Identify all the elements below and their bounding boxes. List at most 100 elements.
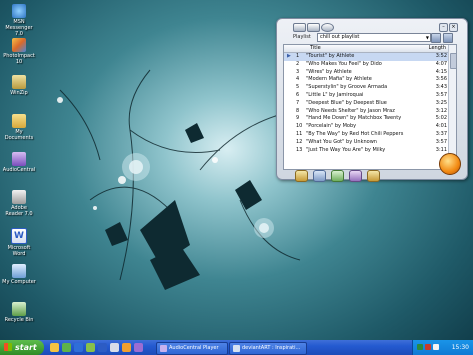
track-number: 1 <box>296 53 300 59</box>
desktop-icon-audiocentral[interactable]: AudioCentral <box>2 152 36 173</box>
track-row[interactable]: 12 "What You Got" by Unknown 3:57 <box>284 139 449 147</box>
scrollbar-thumb[interactable] <box>450 53 456 69</box>
track-title: "Who Makes You Feel" by Dido <box>306 60 382 67</box>
my-computer-icon <box>12 264 26 278</box>
player-toolbar: – × <box>283 22 458 32</box>
audiocentral-icon <box>12 152 26 166</box>
track-row[interactable]: 8 "Who Needs Shelter" by Jason Mraz 3:12 <box>284 108 449 116</box>
track-row[interactable]: 3 "Wires" by Athlete 4:15 <box>284 69 449 77</box>
track-number: 5 <box>296 84 300 91</box>
playlist-label: Playlist <box>293 34 311 40</box>
quicklaunch-folder-icon[interactable] <box>50 343 59 352</box>
track-row[interactable]: 7 "Deepest Blue" by Deepest Blue 3:25 <box>284 100 449 108</box>
track-title: "Superstylin" by Groove Armada <box>306 84 388 91</box>
quicklaunch-audio-icon[interactable] <box>134 343 143 352</box>
quicklaunch-msn-icon[interactable] <box>86 343 95 352</box>
player-refresh-button[interactable] <box>321 23 334 32</box>
open-playlist-icon[interactable] <box>443 33 453 43</box>
audiocentral-player-window[interactable]: – × Playlist chill out playlist ▼ Title … <box>276 18 468 182</box>
track-length: 3:57 <box>435 91 447 98</box>
desktop-icon-recycle-bin[interactable]: Recycle Bin <box>2 302 36 323</box>
track-number: 11 <box>296 130 303 137</box>
save-playlist-icon[interactable] <box>431 33 441 43</box>
task-audiocentral-player[interactable]: AudioCentral Player <box>156 342 228 355</box>
playlist-selector-row: Playlist chill out playlist ▼ <box>283 33 461 43</box>
tray-msn-icon[interactable] <box>417 344 423 350</box>
word-icon: W <box>11 228 27 244</box>
visualizer-button[interactable] <box>349 170 362 182</box>
quicklaunch-word-icon[interactable] <box>98 343 107 352</box>
track-length: 3:57 <box>435 138 447 145</box>
browser-icon <box>233 345 240 352</box>
column-length[interactable]: Length <box>429 45 446 52</box>
track-number: 4 <box>296 76 300 83</box>
column-title[interactable]: Title <box>310 45 321 52</box>
track-row[interactable]: 6 "Little L" by Jamiroquai 3:57 <box>284 92 449 100</box>
track-title: "Deepest Blue" by Deepest Blue <box>306 99 387 106</box>
track-title: "Little L" by Jamiroquai <box>306 91 364 98</box>
photoimpact-icon <box>12 38 26 52</box>
player-mode-button[interactable] <box>293 23 306 32</box>
track-length: 3:25 <box>435 99 447 106</box>
start-button[interactable]: start <box>0 340 44 355</box>
quicklaunch-media-icon[interactable] <box>122 343 131 352</box>
track-number: 8 <box>296 107 300 114</box>
close-button[interactable]: × <box>449 23 458 32</box>
track-number: 9 <box>296 115 300 122</box>
track-list-header: Title Length <box>284 45 456 53</box>
library-button[interactable] <box>295 170 308 182</box>
track-length: 3:12 <box>435 107 447 114</box>
task-deviantart[interactable]: deviantART : Inspirati... <box>229 342 307 355</box>
playlist-button[interactable] <box>331 170 344 182</box>
track-row[interactable]: 13 "Just The Way You Are" by Milky 3:11 <box>284 147 449 155</box>
track-length: 3:56 <box>435 76 447 83</box>
track-number: 7 <box>296 99 300 106</box>
desktop-icon-winzip[interactable]: WinZip <box>2 75 36 96</box>
track-number: 12 <box>296 138 303 145</box>
winzip-icon <box>12 75 26 89</box>
tray-antivirus-icon[interactable] <box>425 344 431 350</box>
quicklaunch-recycle-icon[interactable] <box>62 343 71 352</box>
taskbar: start AudioCentral Player deviantART : I… <box>0 340 473 355</box>
track-rows: ▶ 1 "Tourist" by Athlete 3:52 2 "Who Makes Yo… <box>284 53 449 154</box>
now-playing-icon: ▶ <box>287 53 291 59</box>
track-row[interactable]: ▶ 1 "Tourist" by Athlete 3:52 <box>284 53 449 61</box>
track-row[interactable]: 5 "Superstylin" by Groove Armada 3:43 <box>284 84 449 92</box>
track-number: 10 <box>296 123 303 130</box>
track-list: Title Length ▶ 1 "Tourist" by Athlete 3:52 2… <box>283 44 457 170</box>
track-row[interactable]: 2 "Who Makes You Feel" by Dido 4:07 <box>284 61 449 69</box>
desktop-icon-my-computer[interactable]: My Computer <box>2 264 36 285</box>
track-number: 3 <box>296 68 300 75</box>
track-list-scrollbar[interactable] <box>448 45 456 169</box>
desktop-icon-word[interactable]: W Microsoft Word <box>2 228 36 257</box>
desktop-icon-photoimpact[interactable]: PhotoImpact 10 <box>2 38 36 65</box>
track-length: 5:02 <box>435 115 447 122</box>
playlist-dropdown[interactable]: chill out playlist ▼ <box>317 33 431 42</box>
player-edit-button[interactable] <box>307 23 320 32</box>
desktop-icon-adobe-reader[interactable]: Adobe Reader 7.0 <box>2 190 36 217</box>
track-title: "Porcelain" by Moby <box>306 123 357 130</box>
folder-icon <box>12 114 26 128</box>
track-row[interactable]: 4 "Modern Mafia" by Athlete 3:56 <box>284 76 449 84</box>
radio-button[interactable] <box>367 170 380 182</box>
desktop-icon-my-documents[interactable]: My Documents <box>2 114 36 141</box>
quicklaunch-ie-icon[interactable] <box>74 343 83 352</box>
track-row[interactable]: 11 "By The Way" by Red Hot Chili Peppers 3… <box>284 131 449 139</box>
track-row[interactable]: 10 "Porcelain" by Moby 4:01 <box>284 123 449 131</box>
track-length: 4:01 <box>435 123 447 130</box>
cd-button[interactable] <box>313 170 326 182</box>
system-tray: 15:30 <box>412 340 473 355</box>
player-controls <box>283 170 458 184</box>
desktop-icon-msn[interactable]: MSN Messenger 7.0 <box>2 4 36 37</box>
msn-icon <box>12 4 26 18</box>
clock[interactable]: 15:30 <box>452 340 469 355</box>
track-number: 6 <box>296 91 300 98</box>
track-row[interactable]: 9 "Hand Me Down" by Matchbox Twenty 5:02 <box>284 115 449 123</box>
track-number: 13 <box>296 146 303 153</box>
track-title: "Modern Mafia" by Athlete <box>306 76 372 83</box>
tray-volume-icon[interactable] <box>433 344 439 350</box>
track-title: "Hand Me Down" by Matchbox Twenty <box>306 115 402 122</box>
minimize-button[interactable]: – <box>439 23 448 32</box>
track-title: "Just The Way You Are" by Milky <box>306 146 386 153</box>
quicklaunch-desktop-icon[interactable] <box>110 343 119 352</box>
